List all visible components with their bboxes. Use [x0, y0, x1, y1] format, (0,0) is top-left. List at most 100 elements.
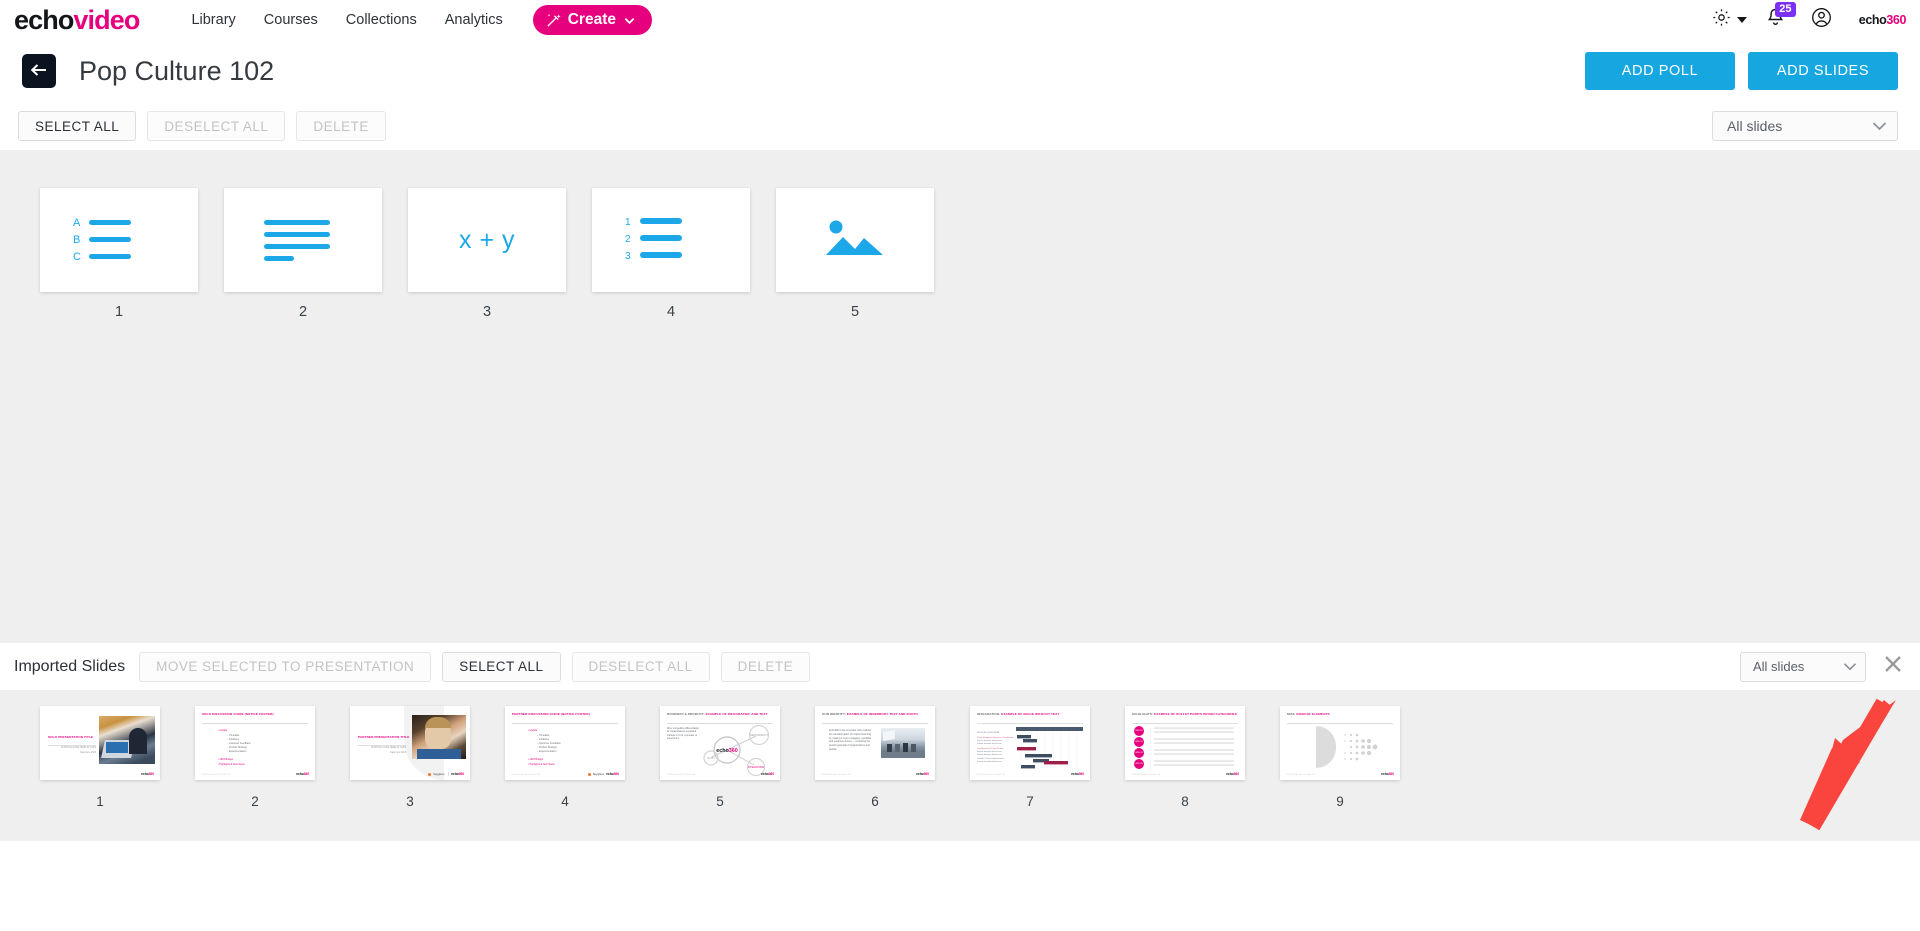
delete-button[interactable]: DELETE	[296, 111, 386, 141]
slide-item[interactable]: 2	[224, 188, 382, 320]
divider	[512, 723, 618, 724]
nav-right-cluster: 25 echo360	[1702, 0, 1912, 40]
bullet-categories-graphic: CATEGORYCATEGORY CATEGORYCATEGORY •• •• …	[1134, 726, 1234, 769]
imported-select-all-button[interactable]: SELECT ALL	[442, 651, 561, 682]
svg-text:NEW PRODUCT: NEW PRODUCT	[750, 734, 769, 737]
svg-text:•: •	[1150, 743, 1151, 745]
mini-slide-title: SOLO DISCUSSION GUIDE (NOTICE FOOTER)	[202, 712, 274, 716]
imported-slide-thumbnail[interactable]: PARTNER DISCUSSION GUIDE (NOTICE FOOTER)…	[505, 706, 625, 780]
imported-slide-item[interactable]: SOLO PRESENTATION TITLE SUBTITLE GOES HE…	[40, 706, 160, 809]
user-account-button[interactable]	[1798, 0, 1845, 40]
slide-number: 2	[298, 304, 308, 320]
back-button[interactable]	[22, 54, 56, 88]
mini-slide-title-main: EXAMPLE OF IMAGE WITHOUT TEXT	[1001, 712, 1060, 716]
mini-slide-date: Date here 2023	[80, 752, 96, 754]
select-all-button[interactable]: SELECT ALL	[18, 111, 137, 141]
svg-text:Sub-item description detail li: Sub-item description detail line one	[977, 760, 1002, 763]
page-title: Pop Culture 102	[79, 55, 275, 86]
arrow-left-icon	[30, 63, 48, 80]
settings-menu-button[interactable]	[1702, 0, 1753, 40]
imported-slide-thumbnail[interactable]: SOLO DISCUSSION GUIDE (NOTICE FOOTER) • …	[195, 706, 315, 780]
slide-number: 5	[850, 304, 860, 320]
half-circle-graphic	[1316, 726, 1336, 768]
mini-slide-title-main: EXAMPLE OF BULLET POINTS WITHIN CATEGORI…	[1154, 712, 1237, 716]
svg-text:•: •	[1150, 761, 1151, 763]
mini-slide-title-main: EXAMPLE OF INFOGRAPHIC AND TEXT	[705, 712, 768, 716]
imported-slide-item[interactable]: PARTNER DISCUSSION GUIDE (NOTICE FOOTER)…	[505, 706, 625, 809]
imported-slide-item[interactable]: PARTNER PRESENTATION TITLE SUBTITLE GOES…	[350, 706, 470, 809]
corner-logo-echo: echo	[1858, 13, 1887, 27]
slide-thumbnail[interactable]	[776, 188, 934, 292]
chevron-down-icon	[623, 14, 636, 27]
imported-slide-thumbnail[interactable]: ROADMAP & PRODUCT: EXAMPLE OF INFOGRAPHI…	[660, 706, 780, 780]
formula-icon: x + y	[459, 225, 515, 254]
mini-slide-footer: CONFIDENTIAL AND INTERNAL USE	[1131, 774, 1160, 776]
imported-slide-thumbnail[interactable]: PARTNER PRESENTATION TITLE SUBTITLE GOES…	[350, 706, 470, 780]
nav-link-analytics[interactable]: Analytics	[431, 12, 517, 28]
mini-slide-title: SOLO PRESENTATION TITLE	[48, 735, 94, 739]
imported-slide-item[interactable]: INTEGRATION: EXAMPLE OF IMAGE WITHOUT TE…	[970, 706, 1090, 809]
imported-slide-item[interactable]: HIGHLIGHTS: EXAMPLE OF BULLET POINTS WIT…	[1125, 706, 1245, 809]
slide-thumbnail[interactable]: 1 2 3	[592, 188, 750, 292]
user-avatar-icon	[1811, 7, 1832, 33]
mini-slide: ROADMAP & PRODUCT: EXAMPLE OF INFOGRAPHI…	[660, 706, 780, 780]
imported-slide-thumbnail[interactable]: HIGHLIGHTS: EXAMPLE OF BULLET POINTS WIT…	[1125, 706, 1245, 780]
close-imported-panel-button[interactable]	[1880, 654, 1906, 680]
imported-slide-item[interactable]: MISC GRAPHIC ELEMENTS CONFIDENTIAL AND I…	[1280, 706, 1400, 809]
svg-text:MILESTONE / WORKSTREAM: MILESTONE / WORKSTREAM	[977, 731, 1000, 734]
add-slides-button[interactable]: ADD SLIDES	[1748, 52, 1898, 90]
imported-slide-thumbnail[interactable]: OUR IDENTITY: EXAMPLE OF INNERBODY TEXT …	[815, 706, 935, 780]
nav-link-collections[interactable]: Collections	[332, 12, 431, 28]
slide-item[interactable]: 5	[776, 188, 934, 320]
imported-slides-tray: SOLO PRESENTATION TITLE SUBTITLE GOES HE…	[0, 690, 1920, 841]
imported-slides-filter-select[interactable]: All slides	[1740, 651, 1866, 682]
mini-slide-title: PARTNER PRESENTATION TITLE	[358, 735, 410, 739]
mini-slide-logo: echo360	[1226, 772, 1239, 776]
close-icon	[1882, 653, 1904, 680]
nav-link-library[interactable]: Library	[177, 12, 249, 28]
mini-slide-footer: CONFIDENTIAL AND INTERNAL USE	[1286, 774, 1315, 776]
mini-slide-footer: CONFIDENTIAL AND INTERNAL USE	[821, 774, 850, 776]
imported-slide-thumbnail[interactable]: SOLO PRESENTATION TITLE SUBTITLE GOES HE…	[40, 706, 160, 780]
imported-slide-item[interactable]: SOLO DISCUSSION GUIDE (NOTICE FOOTER) • …	[195, 706, 315, 809]
slide-item[interactable]: x + y 3	[408, 188, 566, 320]
deselect-all-button[interactable]: DESELECT ALL	[147, 111, 286, 141]
imported-slide-number: 5	[716, 794, 724, 809]
notifications-button[interactable]: 25	[1753, 0, 1798, 40]
create-button[interactable]: Create	[532, 5, 652, 35]
svg-text:Operation & Technical Implemen: Operation & Technical Implementation	[977, 757, 1004, 760]
divider	[202, 723, 308, 724]
imported-slide-item[interactable]: ROADMAP & PRODUCT: EXAMPLE OF INFOGRAPHI…	[660, 706, 780, 809]
mini-slide-photo	[412, 715, 466, 759]
imported-slide-item[interactable]: OUR IDENTITY: EXAMPLE OF INNERBODY TEXT …	[815, 706, 935, 809]
imported-slide-thumbnail[interactable]: INTEGRATION: EXAMPLE OF IMAGE WITHOUT TE…	[970, 706, 1090, 780]
divider	[358, 745, 406, 746]
mini-slide-footer: CONFIDENTIAL AND INTERNAL USE	[511, 774, 540, 776]
imported-slide-thumbnail[interactable]: MISC GRAPHIC ELEMENTS CONFIDENTIAL AND I…	[1280, 706, 1400, 780]
divider	[822, 723, 928, 724]
slide-thumbnail[interactable]: x + y	[408, 188, 566, 292]
add-poll-button[interactable]: ADD POLL	[1585, 52, 1735, 90]
echovideo-logo[interactable]: echovideo	[14, 4, 140, 35]
imported-delete-button[interactable]: DELETE	[720, 651, 811, 682]
imported-slide-number: 7	[1026, 794, 1034, 809]
nav-link-courses[interactable]: Courses	[250, 12, 332, 28]
slide-thumbnail[interactable]	[224, 188, 382, 292]
slide-number: 3	[482, 304, 492, 320]
move-selected-to-presentation-button[interactable]: MOVE SELECTED TO PRESENTATION	[139, 651, 432, 682]
mini-slide-title-main: GRAPHIC ELEMENTS	[1296, 712, 1330, 716]
svg-text:Sub-item description detail li: Sub-item description detail line one	[977, 739, 1002, 742]
slides-filter-select[interactable]: All slides	[1712, 111, 1898, 141]
ordering-icon: 1 2 3	[625, 217, 682, 262]
imported-deselect-all-button[interactable]: DESELECT ALL	[571, 651, 710, 682]
mini-slide: SOLO DISCUSSION GUIDE (NOTICE FOOTER) • …	[201, 712, 309, 776]
mini-slide-logo: echo360	[761, 772, 774, 776]
echo360-corner-logo: echo360	[1858, 13, 1907, 27]
slide-item[interactable]: A B C 1	[40, 188, 198, 320]
mini-slide-title: ROADMAP & PRODUCT: EXAMPLE OF INFOGRAPHI…	[667, 712, 775, 717]
logo-text-echo: echo	[14, 4, 74, 35]
mini-slide-body: Echo360 is the innovator who enables the…	[829, 729, 872, 751]
slide-item[interactable]: 1 2 3 4	[592, 188, 750, 320]
slide-thumbnail[interactable]: A B C	[40, 188, 198, 292]
imported-slide-number: 2	[251, 794, 259, 809]
